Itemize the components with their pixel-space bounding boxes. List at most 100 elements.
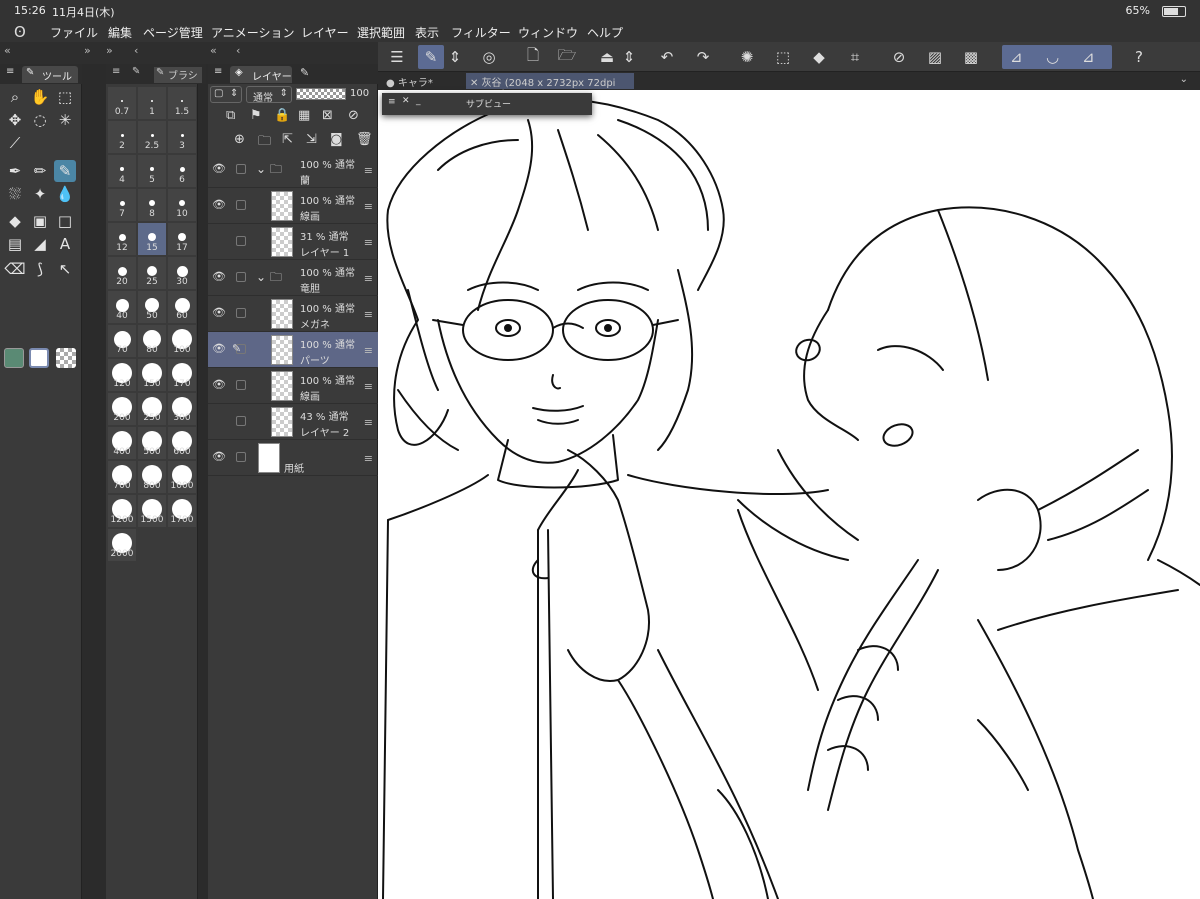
layer-menu-icon[interactable]: ≡ bbox=[364, 416, 373, 429]
layer-row[interactable]: 31 % 通常 レイヤー 1 ≡ bbox=[208, 224, 378, 260]
layer-check[interactable] bbox=[236, 416, 246, 426]
brush-size-option[interactable]: 0.7 bbox=[107, 86, 137, 120]
lock-alpha-icon[interactable]: ▦ bbox=[298, 108, 310, 123]
ruler-tool-icon[interactable]: ◢ bbox=[29, 233, 51, 255]
layer-menu-icon[interactable]: ≡ bbox=[364, 308, 373, 321]
brush-size-option[interactable]: 2 bbox=[107, 120, 137, 154]
layer-check[interactable] bbox=[236, 236, 246, 246]
layer-row[interactable]: 👁 100 % 通常 線画 ≡ bbox=[208, 368, 378, 404]
menu-icon-2[interactable]: ≡ bbox=[112, 66, 120, 77]
object-tool-icon[interactable]: ⬚ bbox=[54, 86, 76, 108]
zoom-tool-icon[interactable]: ⌕ bbox=[4, 86, 26, 108]
airbrush-icon[interactable]: ⛆ bbox=[4, 183, 26, 205]
decoration-tool-icon[interactable]: ✦ bbox=[29, 183, 51, 205]
app-logo-icon[interactable]: ʘ bbox=[14, 23, 32, 41]
chevron-left-icon[interactable]: ‹ bbox=[134, 44, 138, 57]
layer-check[interactable] bbox=[236, 452, 246, 462]
snap-special-icon[interactable]: ◡ bbox=[1046, 48, 1059, 66]
show-selection-icon[interactable]: ▩ bbox=[958, 45, 984, 69]
layer-menu-icon[interactable]: ≡ bbox=[364, 236, 373, 249]
fill-tool-icon[interactable]: ◆ bbox=[4, 210, 26, 232]
pencil-tool-icon[interactable]: ✏ bbox=[29, 160, 51, 182]
chevron-left-icon-2[interactable]: ‹ bbox=[236, 44, 240, 57]
opacity-value[interactable]: 100 bbox=[350, 88, 369, 99]
layer-menu-icon[interactable]: ≡ bbox=[364, 452, 373, 465]
eraser-tool-icon[interactable]: ⌫ bbox=[4, 258, 26, 280]
brush-size-option[interactable]: 12 bbox=[107, 222, 137, 256]
hamburger-menu-icon[interactable]: ☰ bbox=[384, 45, 410, 69]
clip-icon[interactable]: ⧉ bbox=[226, 108, 235, 123]
brush-size-option[interactable]: 25 bbox=[137, 256, 167, 290]
folder-icon[interactable]: ⌄ 🗀 bbox=[256, 268, 282, 289]
transfer-icon[interactable]: ⇱ bbox=[282, 132, 293, 147]
gallery-icon[interactable]: ◎ bbox=[476, 45, 502, 69]
layer-row[interactable]: 👁 100 % 通常 メガネ ≡ bbox=[208, 296, 378, 332]
lasso-tool-icon[interactable]: ◌ bbox=[29, 109, 51, 131]
transparent-color-swatch[interactable] bbox=[56, 348, 76, 368]
menu-filter[interactable]: フィルター bbox=[451, 24, 511, 41]
brush-size-option[interactable]: 80 bbox=[137, 324, 167, 358]
brush-size-option[interactable]: 400 bbox=[107, 426, 137, 460]
menu-icon[interactable]: ≡ bbox=[6, 66, 14, 77]
menu-icon-3[interactable]: ≡ bbox=[214, 66, 222, 77]
brush-size-option[interactable]: 100 bbox=[167, 324, 197, 358]
move-tool-icon[interactable]: ✥ bbox=[4, 109, 26, 131]
minimize-icon[interactable]: _ bbox=[416, 96, 421, 106]
layer-menu-icon[interactable]: ≡ bbox=[364, 272, 373, 285]
main-color-swatch[interactable] bbox=[4, 348, 24, 368]
brush-size-option[interactable]: 2.5 bbox=[137, 120, 167, 154]
visibility-eye-icon[interactable]: 👁 bbox=[212, 198, 226, 211]
brush-tool-icon[interactable]: ✎ bbox=[54, 160, 76, 182]
hand-tool-icon[interactable]: ✋ bbox=[29, 86, 51, 108]
brush-size-option[interactable]: 50 bbox=[137, 290, 167, 324]
tab-chara[interactable]: ● キャラ* bbox=[382, 74, 466, 89]
brush-size-option[interactable]: 1700 bbox=[167, 494, 197, 528]
chevron-down-icon[interactable]: ⌄ bbox=[1180, 74, 1188, 85]
menu-selection[interactable]: 選択範囲 bbox=[357, 24, 405, 41]
tab-haitani[interactable]: ✕ 灰谷 (2048 x 2732px 72dpi 97.8%) bbox=[466, 73, 634, 100]
layer-row[interactable]: 👁 用紙 ≡ bbox=[208, 440, 378, 476]
brush-size-option[interactable]: 300 bbox=[167, 392, 197, 426]
menu-layer[interactable]: レイヤー bbox=[301, 24, 349, 41]
layer-menu-icon[interactable]: ≡ bbox=[364, 200, 373, 213]
layer-row[interactable]: 👁 ⌄ 🗀 100 % 通常蘭 ≡ bbox=[208, 152, 378, 188]
brush-size-option[interactable]: 15 bbox=[137, 222, 167, 256]
frame-tool-icon[interactable]: ▤ bbox=[4, 233, 26, 255]
brush-size-option[interactable]: 500 bbox=[137, 426, 167, 460]
expand-right-icon[interactable]: » bbox=[84, 44, 91, 57]
layer-check[interactable] bbox=[236, 272, 246, 282]
invert-selection-icon[interactable]: ▨ bbox=[922, 45, 948, 69]
brush-size-option[interactable]: 4 bbox=[107, 154, 137, 188]
merge-down-icon[interactable]: ⇲ bbox=[306, 132, 317, 147]
brush-size-option[interactable]: 120 bbox=[107, 358, 137, 392]
brush-size-option[interactable]: 60 bbox=[167, 290, 197, 324]
layer-row[interactable]: 43 % 通常 レイヤー 2 ≡ bbox=[208, 404, 378, 440]
visibility-eye-icon[interactable]: 👁 bbox=[212, 342, 226, 355]
brush-size-option[interactable]: 20 bbox=[107, 256, 137, 290]
correct-line-tool-icon[interactable]: ↖ bbox=[54, 258, 76, 280]
layer-check[interactable] bbox=[236, 200, 246, 210]
blend-tool-icon[interactable]: 💧 bbox=[54, 183, 76, 205]
eyedropper-icon[interactable]: ⟋ bbox=[4, 132, 26, 154]
brush-size-option[interactable]: 250 bbox=[137, 392, 167, 426]
menu-window[interactable]: ウィンドウ bbox=[518, 24, 578, 41]
brush-size-option[interactable]: 7 bbox=[107, 188, 137, 222]
reference-icon[interactable]: ⚑ bbox=[250, 108, 262, 123]
brush-size-option[interactable]: 6 bbox=[167, 154, 197, 188]
crop-icon[interactable]: ⌗ bbox=[842, 45, 868, 69]
collapse-left-icon[interactable]: « bbox=[4, 44, 11, 57]
open-folder-icon[interactable]: 🗁 bbox=[554, 45, 580, 69]
edit-icon[interactable]: ✎ bbox=[418, 45, 444, 69]
layer-mask-icon[interactable]: ◙ bbox=[330, 132, 343, 147]
opacity-slider[interactable] bbox=[296, 88, 346, 100]
mask-enable-icon[interactable]: ⊠ bbox=[322, 108, 333, 123]
menu-file[interactable]: ファイル bbox=[50, 24, 98, 41]
brush-size-option[interactable]: 17 bbox=[167, 222, 197, 256]
brush-size-option[interactable]: 70 bbox=[107, 324, 137, 358]
brush-size-option[interactable]: 1.5 bbox=[167, 86, 197, 120]
gradient-tool-icon[interactable]: ▣ bbox=[29, 210, 51, 232]
layer-menu-icon[interactable]: ≡ bbox=[364, 344, 373, 357]
pen-tool-icon[interactable]: ✒ bbox=[4, 160, 26, 182]
snap-grid-icon[interactable]: ⊿ bbox=[1082, 48, 1095, 66]
brush-size-option[interactable]: 150 bbox=[137, 358, 167, 392]
